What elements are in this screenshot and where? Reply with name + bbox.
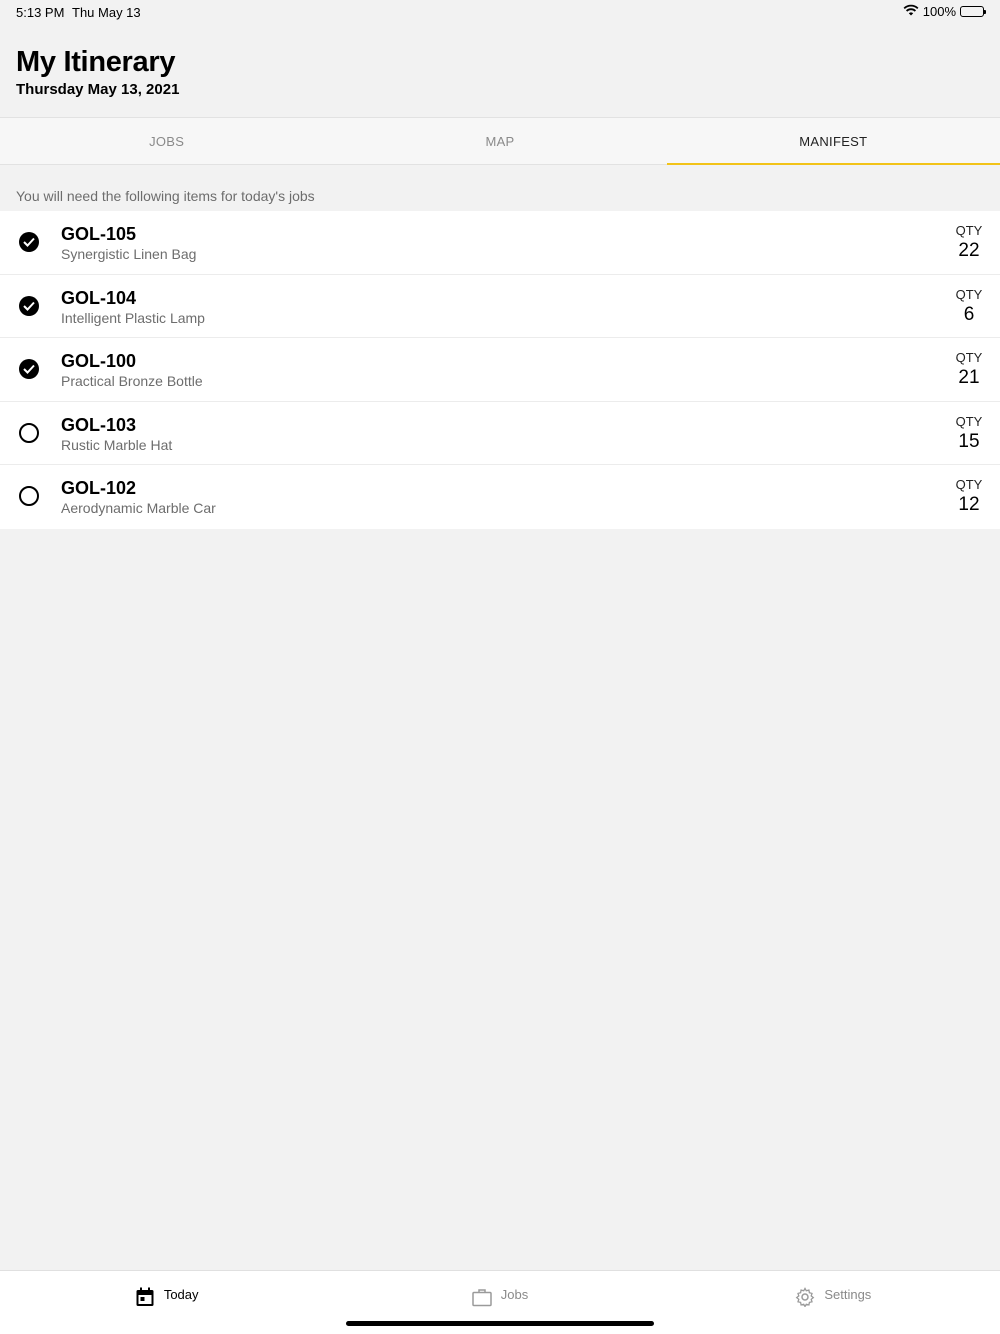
checked-circle-icon[interactable]	[19, 232, 39, 252]
qty-value: 12	[958, 494, 980, 515]
item-qty: QTY 12	[954, 477, 984, 516]
list-item[interactable]: GOL-104 Intelligent Plastic Lamp QTY 6	[0, 275, 1000, 338]
item-name: Intelligent Plastic Lamp	[61, 309, 205, 326]
qty-value: 15	[958, 430, 980, 452]
status-time: 5:13 PM	[16, 5, 65, 20]
list-item[interactable]: GOL-102 Aerodynamic Marble Car QTY 12	[0, 465, 1000, 529]
qty-value: 6	[963, 303, 975, 325]
unchecked-circle-icon[interactable]	[19, 486, 39, 506]
qty-label: QTY	[955, 413, 983, 429]
tabbar-jobs-label: Jobs	[500, 1287, 529, 1302]
status-date: Thu May 13	[72, 5, 141, 20]
unchecked-circle-icon[interactable]	[19, 422, 39, 443]
briefcase-icon	[472, 1287, 492, 1307]
item-qty: QTY 22	[954, 223, 984, 262]
header: My Itinerary Thursday May 13, 2021	[16, 46, 179, 98]
gear-icon	[795, 1287, 815, 1308]
item-qty: QTY 15	[954, 414, 984, 453]
tabbar-settings[interactable]: Settings	[667, 1271, 1000, 1334]
item-code: GOL-100	[61, 351, 137, 371]
tab-map[interactable]: MAP	[333, 118, 666, 164]
item-code: GOL-103	[61, 414, 137, 435]
manifest-list: GOL-105 Synergistic Linen Bag QTY 22 GOL…	[0, 211, 1000, 529]
calendar-icon	[135, 1287, 155, 1307]
item-code: GOL-102	[61, 478, 137, 498]
qty-label: QTY	[955, 223, 983, 238]
checked-circle-icon[interactable]	[19, 295, 39, 316]
tab-manifest[interactable]: MANIFEST	[666, 118, 1000, 165]
item-name: Rustic Marble Hat	[61, 436, 173, 453]
item-code: GOL-105	[61, 224, 137, 244]
page-subtitle: Thursday May 13, 2021	[16, 81, 180, 98]
qty-label: QTY	[955, 350, 983, 365]
qty-value: 22	[958, 240, 980, 261]
qty-label: QTY	[955, 286, 983, 302]
qty-label: QTY	[955, 477, 983, 492]
status-indicators: 100%	[903, 4, 986, 19]
tabbar-settings-label: Settings	[824, 1287, 872, 1302]
list-item[interactable]: GOL-103 Rustic Marble Hat QTY 15	[0, 402, 1000, 465]
tabbar-today-label: Today	[163, 1287, 199, 1302]
wifi-icon	[903, 4, 919, 19]
battery-icon	[960, 6, 986, 17]
checked-circle-icon[interactable]	[19, 359, 39, 379]
list-item[interactable]: GOL-100 Practical Bronze Bottle QTY 21	[0, 338, 1000, 402]
battery-percent: 100%	[922, 4, 956, 19]
tabbar-today[interactable]: Today	[0, 1271, 333, 1334]
page-title: My Itinerary	[16, 46, 176, 78]
item-qty: QTY 21	[954, 350, 984, 389]
item-qty: QTY 6	[954, 287, 984, 326]
item-name: Aerodynamic Marble Car	[61, 500, 216, 516]
item-name: Practical Bronze Bottle	[61, 373, 203, 389]
home-indicator	[346, 1321, 654, 1326]
item-name: Synergistic Linen Bag	[61, 246, 197, 262]
status-bar: 5:13 PM Thu May 13 100%	[0, 0, 1000, 24]
segmented-tabs: JOBS MAP MANIFEST	[0, 117, 1000, 165]
list-item[interactable]: GOL-105 Synergistic Linen Bag QTY 22	[0, 211, 1000, 275]
manifest-intro: You will need the following items for to…	[16, 188, 315, 204]
qty-value: 21	[958, 367, 980, 388]
tab-jobs[interactable]: JOBS	[0, 118, 333, 164]
item-code: GOL-104	[61, 287, 137, 308]
